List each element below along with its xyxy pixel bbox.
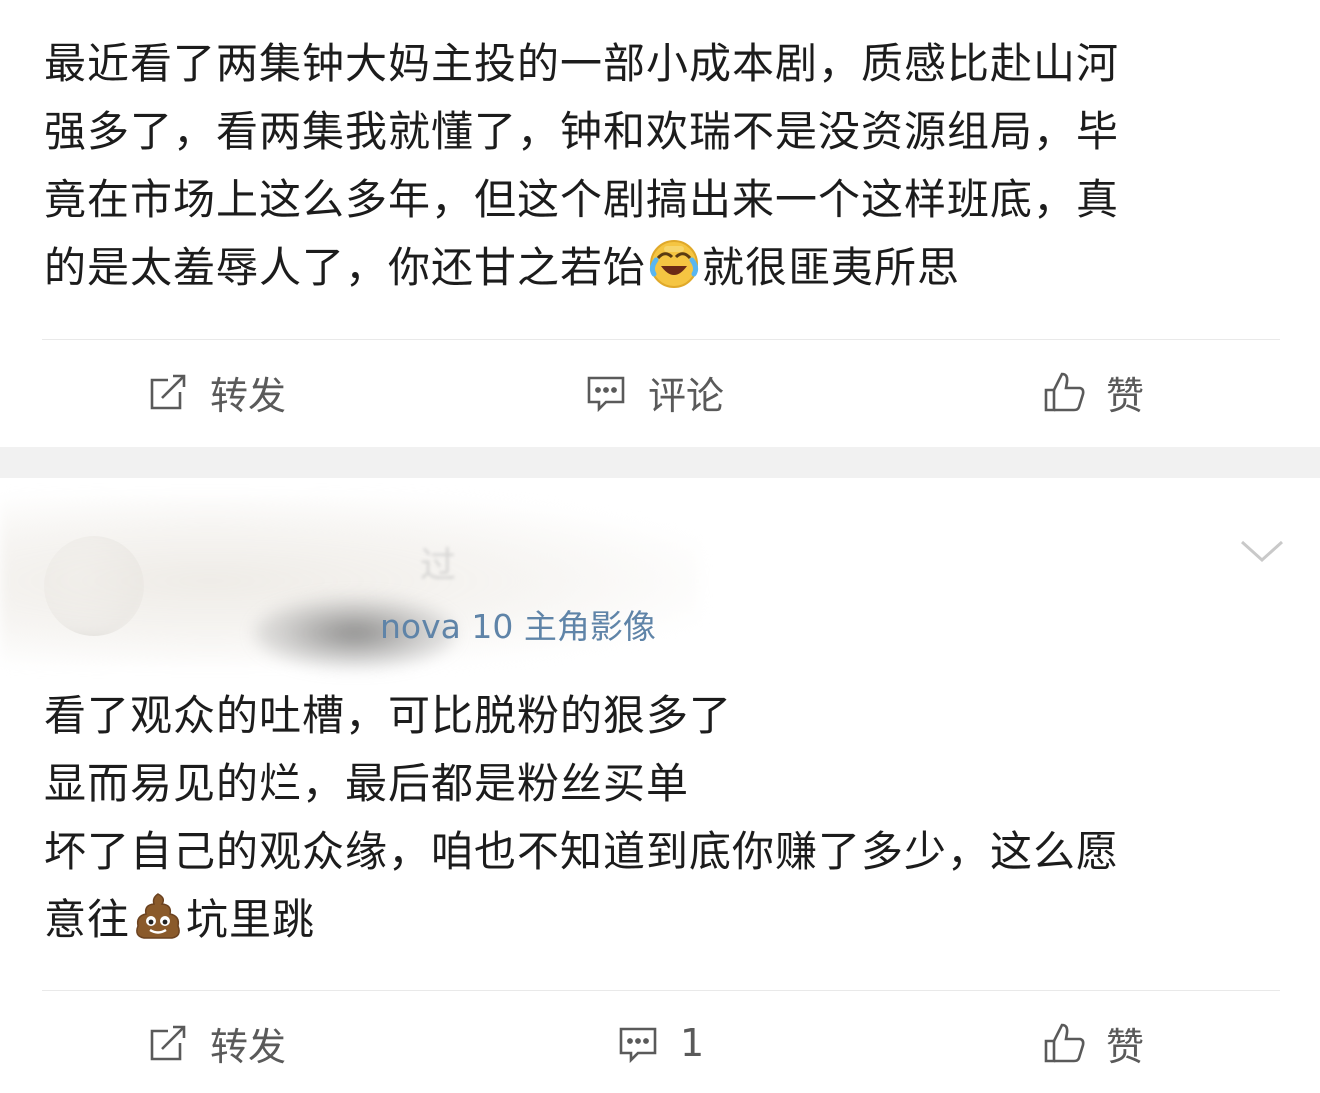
text-line-last: 的是太羞辱人了，你还甘之若饴 就很匪夷所思 — [44, 234, 1244, 302]
text-segment: 坑里跳 — [186, 895, 316, 944]
text-line: 坏了自己的观众缘，咱也不知道到底你赚了多少，这么愿 — [44, 827, 1120, 876]
username[interactable]: 过 — [420, 536, 456, 588]
like-button[interactable]: 赞 — [1042, 342, 1144, 442]
like-label: 赞 — [1106, 1024, 1145, 1069]
text-segment: 意往 — [44, 895, 131, 944]
action-bar: 转发 1 赞 — [0, 993, 1320, 1093]
feed-separator — [0, 447, 1320, 478]
comment-label: 评论 — [648, 373, 725, 418]
post-card-1: 最近看了两集钟大妈主投的一部小成本剧，质感比赴山河 强多了，看两集我就懂了，钟和… — [0, 0, 1320, 447]
chevron-down-icon[interactable] — [1238, 536, 1286, 566]
text-line: 最近看了两集钟大妈主投的一部小成本剧，质感比赴山河 — [44, 39, 1120, 88]
text-line: 强多了，看两集我就懂了，钟和欢瑞不是没资源组局，毕 — [44, 107, 1120, 156]
like-button[interactable]: 赞 — [1042, 993, 1144, 1093]
post-text: 最近看了两集钟大妈主投的一部小成本剧，质感比赴山河 强多了，看两集我就懂了，钟和… — [44, 30, 1244, 302]
divider — [42, 990, 1280, 991]
like-label: 赞 — [1106, 373, 1145, 418]
repost-button[interactable]: 转发 — [146, 342, 286, 442]
repost-label: 转发 — [210, 373, 287, 418]
text-line: 竟在市场上这么多年，但这个剧搞出来一个这样班底，真 — [44, 175, 1120, 224]
post-card-2: 过 nova 10 主角影像 看了观众的吐槽，可比脱粉的狠多了 显而易见的烂，最… — [0, 478, 1320, 1091]
post-source[interactable]: nova 10 主角影像 — [380, 600, 656, 648]
divider — [42, 339, 1280, 340]
laughing-crying-face-icon — [649, 240, 699, 288]
text-segment: 的是太羞辱人了，你还甘之若饴 — [44, 243, 647, 292]
repost-label: 转发 — [210, 1024, 287, 1069]
comment-button[interactable]: 评论 — [584, 342, 724, 442]
comment-count: 1 — [680, 1021, 705, 1065]
text-segment: 就很匪夷所思 — [702, 243, 961, 292]
action-bar: 转发 评论 赞 — [0, 342, 1320, 442]
comment-icon — [587, 376, 625, 413]
thumbs-up-icon — [1044, 372, 1085, 412]
repost-icon — [150, 1025, 186, 1061]
comment-icon — [619, 1027, 657, 1064]
repost-icon — [150, 374, 186, 410]
thumbs-up-icon — [1044, 1023, 1085, 1063]
text-line-last: 意往 坑里跳 — [44, 886, 1244, 954]
post-text: 看了观众的吐槽，可比脱粉的狠多了 显而易见的烂，最后都是粉丝买单 坏了自己的观众… — [44, 682, 1244, 954]
text-line: 显而易见的烂，最后都是粉丝买单 — [44, 759, 690, 808]
pile-of-poo-icon — [136, 893, 180, 939]
repost-button[interactable]: 转发 — [146, 993, 286, 1093]
text-line: 看了观众的吐槽，可比脱粉的狠多了 — [44, 691, 733, 740]
comment-button[interactable]: 1 — [616, 993, 704, 1093]
